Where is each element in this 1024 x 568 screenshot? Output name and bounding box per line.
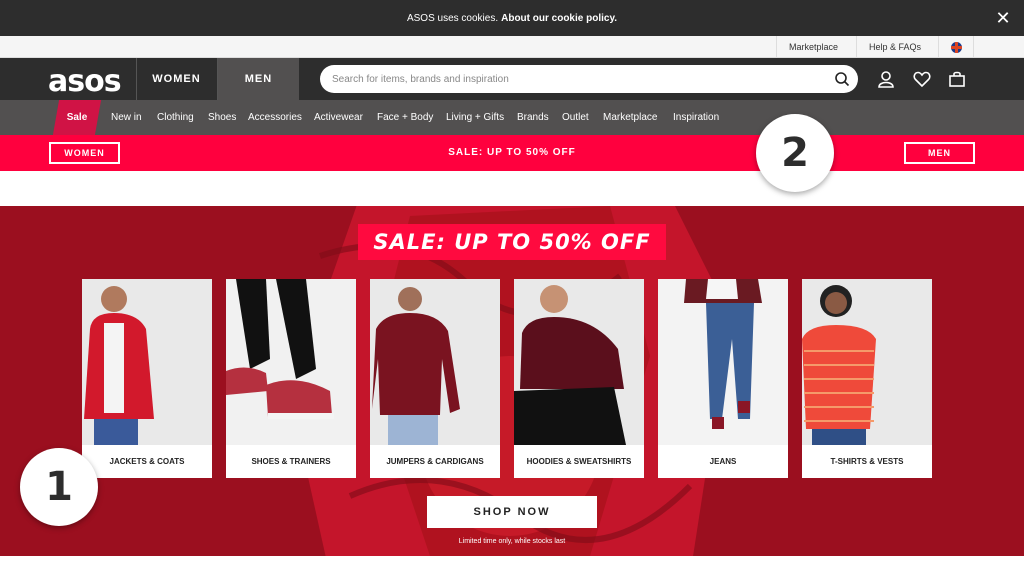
category-clothing[interactable]: Clothing [157, 100, 194, 135]
cookie-bar: ASOS uses cookies. About our cookie poli… [0, 0, 1024, 36]
category-outlet[interactable]: Outlet [562, 100, 589, 135]
asos-logo[interactable]: asos [48, 64, 122, 99]
jeans-image [658, 279, 788, 445]
card-label-tshirts-vests: T-SHIRTS & VESTS [830, 457, 904, 466]
card-label-shoes-trainers: SHOES & TRAINERS [251, 457, 331, 466]
category-bar: Sale New in Clothing Shoes Accessories A… [0, 100, 1024, 135]
category-sale[interactable]: Sale [52, 100, 102, 135]
category-card-jackets-coats[interactable]: JACKETS & COATS [82, 279, 212, 478]
asos-page: ASOS uses cookies. About our cookie poli… [0, 0, 1024, 568]
hoodies-sweatshirts-image [514, 279, 644, 445]
uk-flag-icon[interactable] [938, 36, 974, 58]
hero-title: SALE: UP TO 50% OFF [358, 224, 666, 260]
card-label-hoodies-sweatshirts: HOODIES & SWEATSHIRTS [526, 457, 632, 466]
category-card-tshirts-vests[interactable]: T-SHIRTS & VESTS [802, 279, 932, 478]
account-icon[interactable] [877, 70, 895, 88]
jumpers-cardigans-image [370, 279, 500, 445]
banner-sale-text[interactable]: SALE: UP TO 50% OFF [380, 135, 644, 171]
category-inspiration[interactable]: Inspiration [673, 100, 719, 135]
step-badge-1: 1 [20, 448, 98, 526]
category-living-gifts[interactable]: Living + Gifts [446, 100, 504, 135]
category-shoes[interactable]: Shoes [208, 100, 236, 135]
category-sale-label: Sale [66, 112, 88, 123]
shop-now-button[interactable]: SHOP NOW [427, 496, 597, 528]
jackets-coats-image [82, 279, 212, 445]
cookie-policy-link[interactable]: About our cookie policy. [501, 13, 617, 24]
category-card-jumpers-cardigans[interactable]: JUMPERS & CARDIGANS [370, 279, 500, 478]
utility-bar: Marketplace Help & FAQs [0, 36, 1024, 58]
category-brands[interactable]: Brands [517, 100, 549, 135]
tab-men[interactable]: MEN [217, 58, 299, 100]
card-label-jackets-coats: JACKETS & COATS [109, 457, 185, 466]
search-icon[interactable] [834, 71, 850, 87]
main-header: asos WOMEN MEN [0, 58, 1024, 100]
hero-disclaimer: Limited time only, while stocks last [458, 538, 566, 545]
shoes-trainers-image [226, 279, 356, 445]
tab-women[interactable]: WOMEN [136, 58, 216, 100]
banner-women-button[interactable]: WOMEN [49, 142, 120, 164]
category-card-jeans[interactable]: JEANS [658, 279, 788, 478]
category-card-hoodies-sweatshirts[interactable]: HOODIES & SWEATSHIRTS [514, 279, 644, 478]
card-label-jeans: JEANS [709, 457, 737, 466]
marketplace-link[interactable]: Marketplace [776, 36, 850, 58]
step-badge-2: 2 [756, 114, 834, 192]
category-accessories[interactable]: Accessories [248, 100, 302, 135]
card-label-jumpers-cardigans: JUMPERS & CARDIGANS [386, 457, 484, 466]
close-icon[interactable]: ✕ [994, 9, 1012, 27]
tshirts-vests-image [802, 279, 932, 445]
hero-section: SALE: UP TO 50% OFF JACKETS & COATS SHOE… [0, 206, 1024, 556]
help-faqs-link[interactable]: Help & FAQs [856, 36, 933, 58]
category-marketplace[interactable]: Marketplace [603, 100, 657, 135]
category-new-in[interactable]: New in [111, 100, 142, 135]
sale-banner: WOMEN SALE: UP TO 50% OFF MEN [0, 135, 1024, 171]
cookie-text: ASOS uses cookies. [406, 12, 499, 24]
category-card-shoes-trainers[interactable]: SHOES & TRAINERS [226, 279, 356, 478]
search-bar [320, 65, 858, 93]
category-face-body[interactable]: Face + Body [377, 100, 433, 135]
category-activewear[interactable]: Activewear [314, 100, 363, 135]
banner-men-button[interactable]: MEN [904, 142, 975, 164]
bag-icon[interactable] [948, 70, 966, 88]
heart-icon[interactable] [913, 70, 931, 88]
search-input[interactable] [320, 65, 820, 93]
